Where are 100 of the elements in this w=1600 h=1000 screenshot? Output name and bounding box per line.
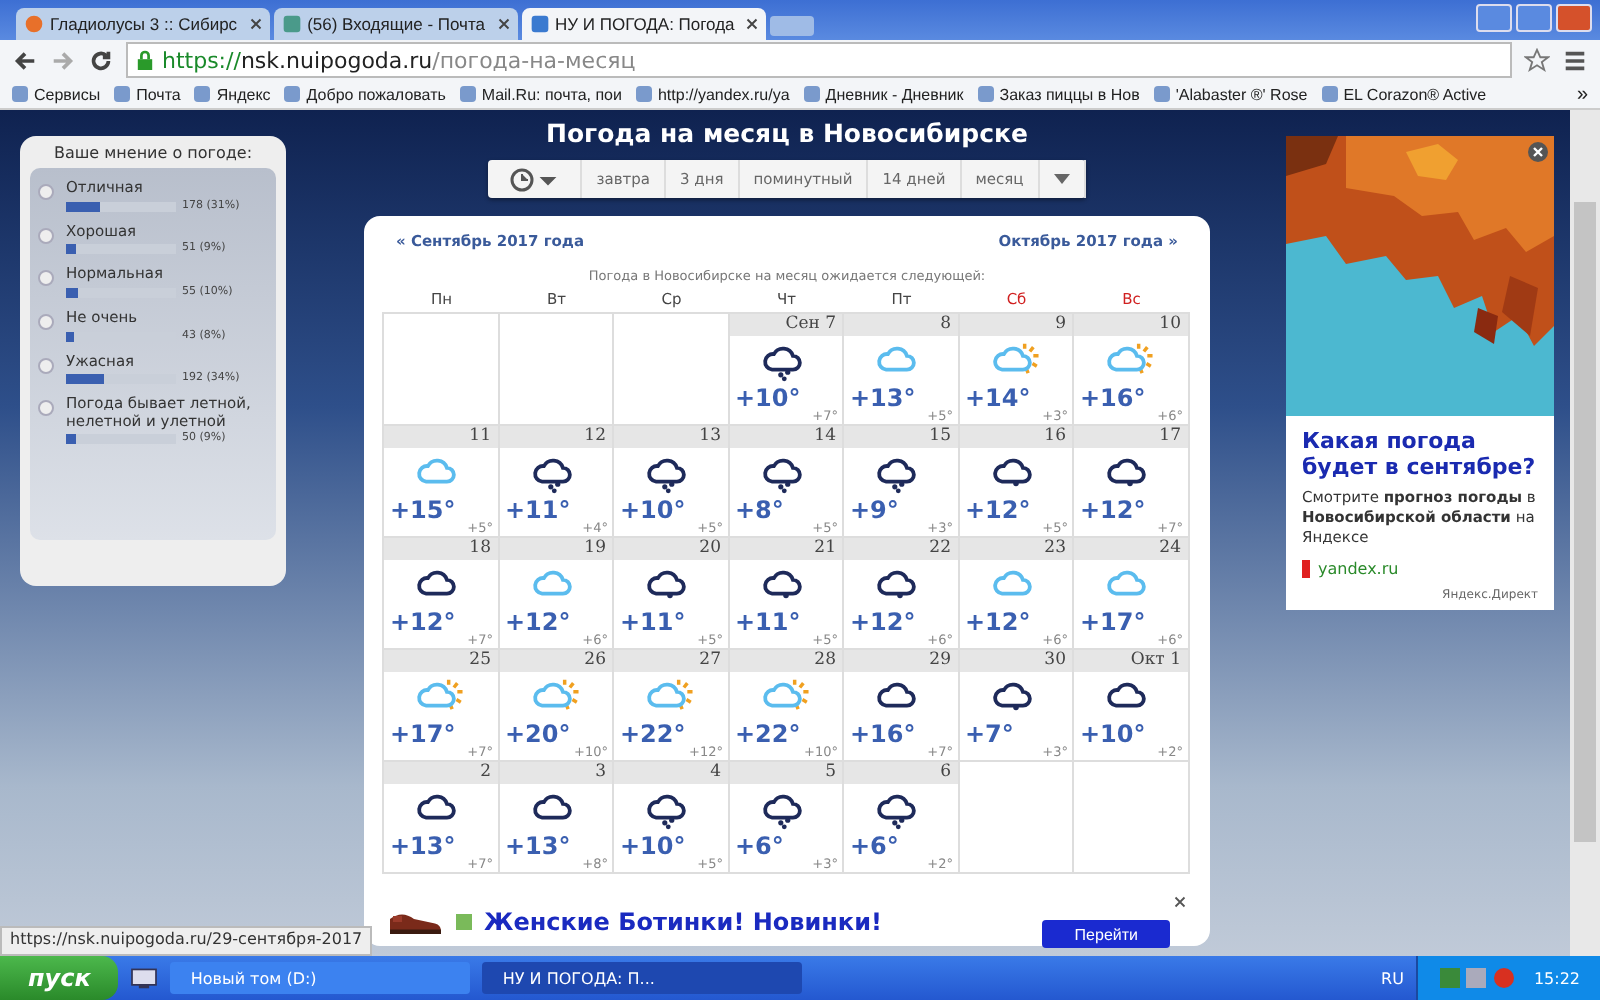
history-icon — [508, 165, 561, 193]
day-date: 9 — [959, 314, 1072, 336]
close-icon[interactable] — [497, 18, 509, 30]
day-temperature: +16° — [1080, 384, 1146, 412]
menu-icon[interactable] — [1562, 47, 1588, 73]
day-temperature: +20° — [505, 720, 571, 748]
day-date: 10 — [1074, 314, 1187, 336]
bookmark[interactable]: EL Corazon® Active — [1321, 85, 1487, 103]
day-temperature: +22° — [620, 720, 686, 748]
day-date: 26 — [499, 650, 612, 672]
close-button[interactable] — [1556, 4, 1592, 32]
day-date: 28 — [729, 650, 842, 672]
maximize-button[interactable] — [1516, 4, 1552, 32]
day-date: 23 — [959, 538, 1072, 560]
caret-icon — [1053, 173, 1070, 185]
day-temperature: +10° — [620, 496, 686, 524]
day-temperature: +12° — [965, 608, 1031, 636]
day-temperature: +12° — [1080, 496, 1146, 524]
day-date: 8 — [844, 314, 957, 336]
day-date: 4 — [614, 762, 727, 784]
star-icon[interactable] — [1524, 47, 1550, 73]
day-temperature: +22° — [735, 720, 801, 748]
browser-tab[interactable]: (56) Входящие - Почта — [273, 8, 517, 40]
day-temperature: +11° — [620, 608, 686, 636]
day-temperature: +11° — [505, 496, 571, 524]
day-temperature: +15° — [390, 496, 456, 524]
close-icon[interactable] — [249, 18, 262, 30]
day-temperature: +10° — [1080, 720, 1146, 748]
day-date: 29 — [844, 650, 957, 672]
favicon-icon — [529, 14, 549, 34]
day-temperature: +17° — [390, 720, 456, 748]
bookmark[interactable]: Mail.Ru: почта, пои — [459, 85, 622, 103]
radio-button[interactable] — [38, 400, 54, 417]
day-date: 2 — [384, 762, 497, 784]
day-date: 16 — [959, 426, 1072, 448]
radio-button[interactable] — [38, 357, 54, 373]
day-temperature: +16° — [850, 720, 916, 748]
ad-link[interactable]: yandex.ru — [1318, 559, 1399, 578]
new-tab-button[interactable] — [770, 16, 815, 36]
radio-button[interactable] — [38, 270, 54, 287]
radio-button[interactable] — [38, 184, 54, 200]
bookmark[interactable]: Яндекс — [194, 85, 271, 103]
bookmark[interactable]: Дневник - Дневник — [803, 85, 964, 103]
language-indicator[interactable]: RU — [1381, 969, 1404, 987]
back-icon[interactable] — [12, 47, 38, 73]
day-date: 20 — [614, 538, 727, 560]
day-date: 17 — [1074, 426, 1187, 448]
scrollbar[interactable] — [1570, 110, 1600, 956]
day-temperature: +11° — [735, 608, 801, 636]
day-date: 18 — [384, 538, 497, 560]
day-date: Окт 1 — [1074, 650, 1187, 672]
day-date: 5 — [729, 762, 842, 784]
close-icon[interactable] — [1528, 142, 1548, 162]
more-bookmarks-button[interactable]: » — [1576, 83, 1588, 105]
day-date: 13 — [614, 426, 727, 448]
close-icon[interactable] — [1174, 896, 1186, 908]
day-temperature: +12° — [850, 608, 916, 636]
day-temperature: +17° — [1080, 608, 1146, 636]
day-temperature: +12° — [390, 608, 456, 636]
day-temperature: +13° — [390, 832, 456, 860]
day-date: 30 — [959, 650, 1072, 672]
day-temperature: +6° — [850, 832, 899, 860]
day-temperature: +12° — [505, 608, 571, 636]
day-date: 27 — [614, 650, 727, 672]
ad-title[interactable]: Женские Ботинки! Новинки! — [484, 907, 882, 935]
day-temperature: +8° — [735, 496, 784, 524]
day-temperature: +12° — [965, 496, 1031, 524]
day-date: 25 — [384, 650, 497, 672]
page-title: Погода на месяц в Новосибирске — [545, 118, 1028, 148]
day-temperature: +6° — [735, 832, 784, 860]
day-temperature: +9° — [850, 496, 899, 524]
tray-icons-drawing[interactable] — [1437, 964, 1518, 992]
favicon-icon — [24, 14, 44, 34]
favicon-icon — [281, 14, 302, 34]
bookmark[interactable]: http://yandex.ru/ya — [635, 85, 790, 103]
bookmark[interactable]: Сервисы — [12, 85, 101, 103]
bookmark[interactable]: 'Alabaster ®' Rose — [1153, 85, 1308, 103]
desktop-icon[interactable] — [130, 966, 159, 990]
radio-button[interactable] — [38, 227, 54, 244]
browser-tab[interactable]: Гладиолусы 3 :: Сибирс — [16, 8, 270, 40]
reload-icon[interactable] — [88, 47, 114, 73]
browser-tab[interactable]: НУ И ПОГОДА: Погода — [521, 8, 767, 40]
poll-title: Ваше мнение о погоде: — [51, 144, 255, 162]
day-date: 6 — [844, 762, 957, 784]
day-date: 19 — [499, 538, 612, 560]
radio-button[interactable] — [38, 313, 54, 330]
forward-icon[interactable] — [50, 47, 76, 73]
go-button[interactable]: Перейти — [1042, 920, 1170, 948]
minimize-button[interactable] — [1476, 4, 1512, 32]
close-icon[interactable] — [746, 18, 759, 30]
address-field[interactable]: https://nsk.nuipogoda.ru/погода-на-месяц — [126, 42, 1512, 78]
taskbar-window[interactable]: Новый том (D:) — [170, 962, 471, 994]
day-temperature: +7° — [965, 720, 1014, 748]
day-temperature: +13° — [850, 384, 916, 412]
bookmark[interactable]: Заказ пиццы в Нов — [977, 85, 1140, 103]
bookmark[interactable]: Добро пожаловать — [284, 85, 446, 103]
bookmark[interactable]: Почта — [114, 85, 181, 103]
day-date: 3 — [499, 762, 612, 784]
taskbar-window[interactable]: НУ И ПОГОДА: П... — [482, 962, 803, 994]
ad-title[interactable]: Какая погода будет в сентябре? — [1302, 428, 1538, 481]
